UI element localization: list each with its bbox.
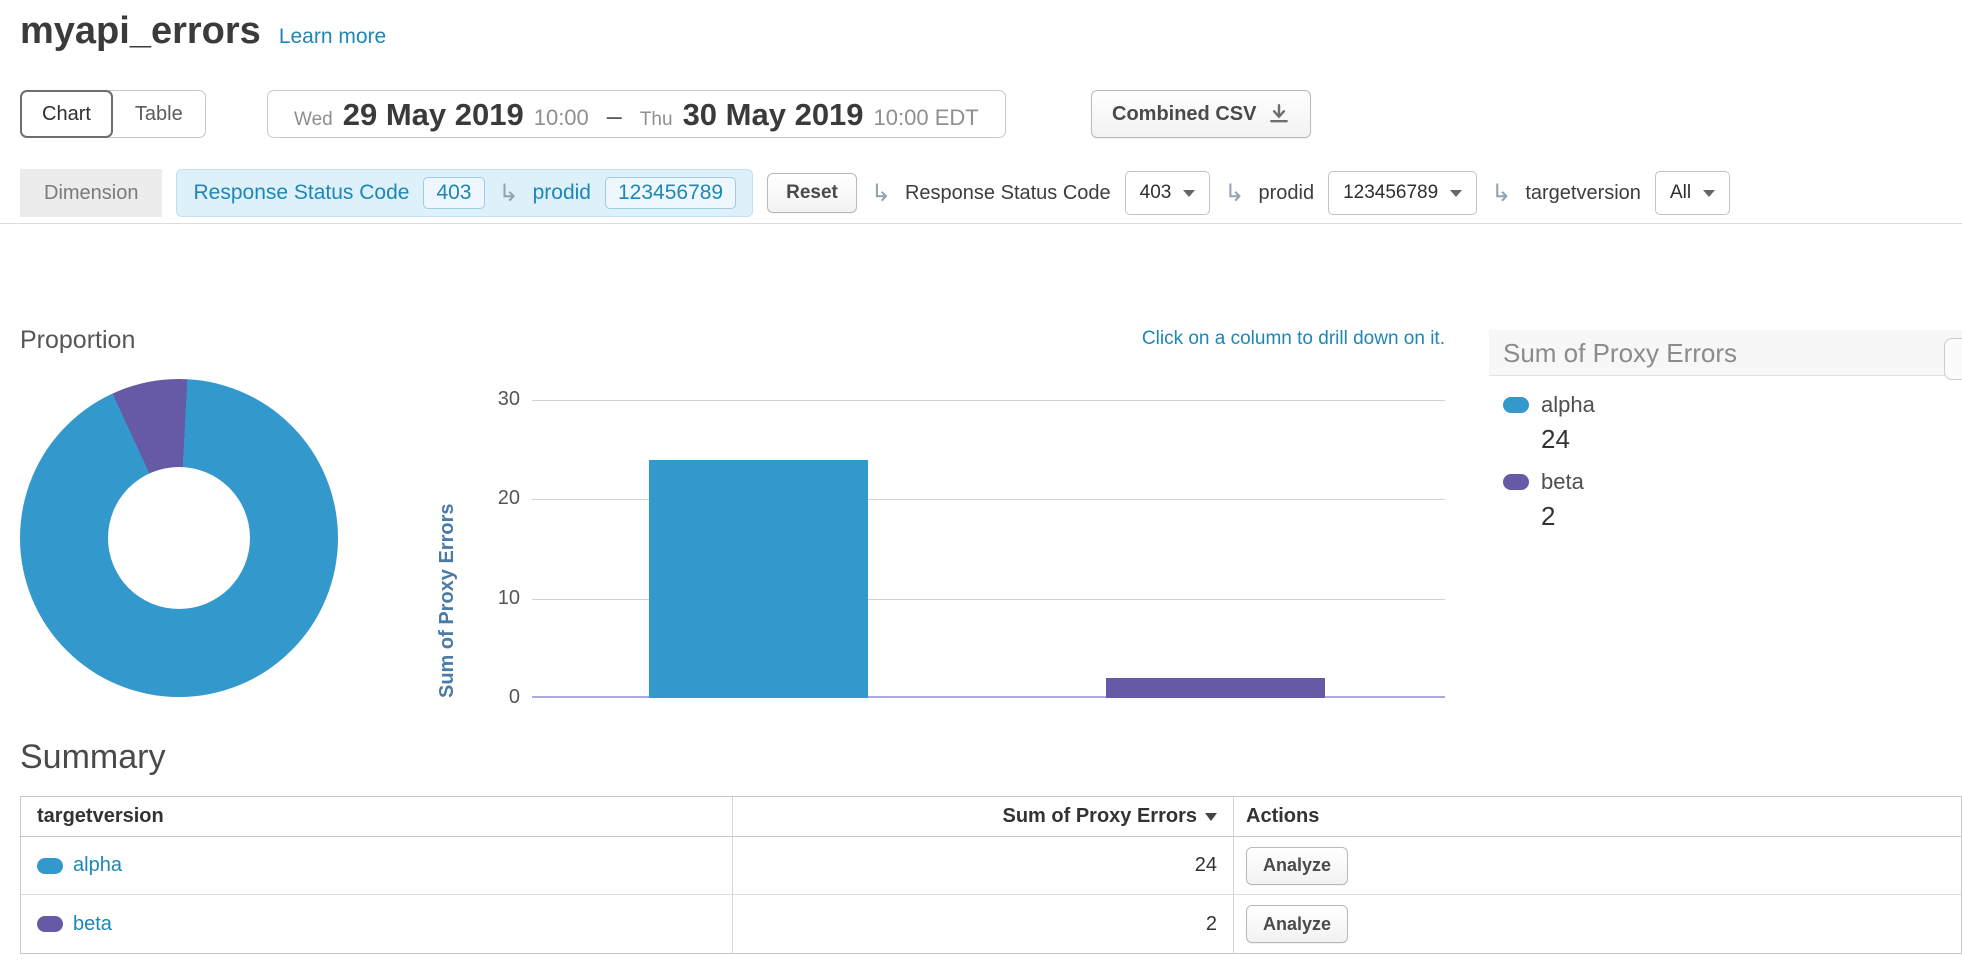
analyze-button-beta[interactable]: Analyze [1246,905,1348,943]
legend-value-alpha: 24 [1503,424,1962,455]
cell-sum-beta: 2 [733,895,1234,953]
donut-hole [108,467,250,609]
chevron-down-icon [1183,190,1195,197]
legend-label-beta: beta [1541,469,1584,495]
column-header-sum[interactable]: Sum of Proxy Errors [733,797,1234,837]
drilldown-arrow-icon: ↳ [871,179,891,208]
donut-chart[interactable] [20,379,338,697]
series-swatch-beta [1503,474,1529,490]
dropdown-label-prodid: prodid [1258,182,1314,205]
analytics-report-page: myapi_errors Learn more Chart Table Wed … [0,0,1962,976]
drilldown-arrow-icon: ↳ [1491,179,1511,208]
column-header-sum-label: Sum of Proxy Errors [1002,805,1197,828]
drilldown-arrow-icon: ↳ [1224,179,1244,208]
status-code-dropdown[interactable]: 403 [1125,171,1211,215]
summary-title: Summary [20,738,165,777]
cell-actions-alpha: Analyze [1234,837,1961,895]
column-header-targetversion: targetversion [21,797,733,837]
legend-panel: Sum of Proxy Errors alpha 24 beta 2 [1489,330,1962,546]
targetversion-dropdown-value: All [1670,182,1691,204]
download-icon [1268,103,1290,125]
drilldown-hint: Click on a column to drill down on it. [532,328,1445,350]
proportion-title: Proportion [20,326,135,355]
table-header-row: targetversion Sum of Proxy Errors Action… [21,797,1961,837]
page-title: myapi_errors [20,10,261,53]
status-code-dropdown-value: 403 [1140,182,1172,204]
legend-item-beta: beta [1503,469,1962,495]
legend-items: alpha 24 beta 2 [1489,376,1962,532]
filter-name-prodid: prodid [533,181,591,205]
dimension-bar: Dimension Response Status Code 403 ↳ pro… [20,169,1730,217]
date-range-picker[interactable]: Wed 29 May 2019 10:00 – Thu 30 May 2019 … [267,90,1006,138]
divider [0,223,1962,224]
column-header-actions: Actions [1234,797,1961,837]
active-filters-breadcrumb: Response Status Code 403 ↳ prodid 123456… [176,169,753,217]
date-range-separator: – [607,101,622,132]
learn-more-link[interactable]: Learn more [279,25,386,49]
chevron-down-icon [1703,190,1715,197]
prodid-dropdown-value: 123456789 [1343,182,1438,204]
prodid-dropdown[interactable]: 123456789 [1328,171,1477,215]
chevron-down-icon [1450,190,1462,197]
bar-chart: 30 20 10 0 [532,400,1445,698]
bar-alpha[interactable] [649,460,868,698]
start-time: 10:00 [534,105,589,131]
dimension-label: Dimension [20,169,162,217]
view-toggle: Chart Table [20,90,206,138]
filter-value-status-code[interactable]: 403 [423,177,484,209]
dropdown-label-status-code: Response Status Code [905,182,1111,205]
cell-sum-alpha: 24 [733,837,1234,895]
combined-csv-button[interactable]: Combined CSV [1091,90,1311,138]
summary-table: targetversion Sum of Proxy Errors Action… [20,796,1962,954]
dropdown-label-targetversion: targetversion [1525,182,1641,205]
csv-label: Combined CSV [1112,103,1256,126]
cell-actions-beta: Analyze [1234,895,1961,953]
end-day: Thu [640,109,673,131]
end-time: 10:00 EDT [874,105,979,131]
panel-toggle[interactable] [1944,338,1962,380]
bar-beta[interactable] [1106,678,1325,698]
filter-name-status-code: Response Status Code [193,181,409,205]
series-swatch-alpha [37,858,63,874]
legend-value-beta: 2 [1503,501,1962,532]
y-tick-label: 20 [470,487,520,510]
legend-title: Sum of Proxy Errors [1489,330,1962,376]
chart-view-button[interactable]: Chart [20,90,113,138]
y-tick-label: 30 [470,388,520,411]
y-tick-label: 0 [470,686,520,709]
table-row-alpha: alpha 24 Analyze [21,837,1961,895]
y-axis-label: Sum of Proxy Errors [436,400,459,698]
sort-desc-icon [1205,813,1217,821]
start-date: 29 May 2019 [343,97,524,133]
reset-button[interactable]: Reset [767,173,857,213]
title-bar: myapi_errors Learn more [20,10,386,53]
table-view-button[interactable]: Table [113,91,205,137]
legend-item-alpha: alpha [1503,392,1962,418]
y-tick-label: 10 [470,587,520,610]
grid-line [532,400,1445,401]
alpha-link[interactable]: alpha [73,854,122,877]
cell-targetversion-alpha: alpha [21,837,733,895]
cell-targetversion-beta: beta [21,895,733,953]
series-swatch-alpha [1503,397,1529,413]
table-row-beta: beta 2 Analyze [21,895,1961,953]
series-swatch-beta [37,916,63,932]
start-day: Wed [294,109,333,131]
end-date: 30 May 2019 [683,97,864,133]
drilldown-arrow-icon: ↳ [499,179,519,208]
filter-value-prodid[interactable]: 123456789 [605,177,736,209]
analyze-button-alpha[interactable]: Analyze [1246,847,1348,885]
targetversion-dropdown[interactable]: All [1655,171,1730,215]
legend-label-alpha: alpha [1541,392,1595,418]
beta-link[interactable]: beta [73,913,112,936]
